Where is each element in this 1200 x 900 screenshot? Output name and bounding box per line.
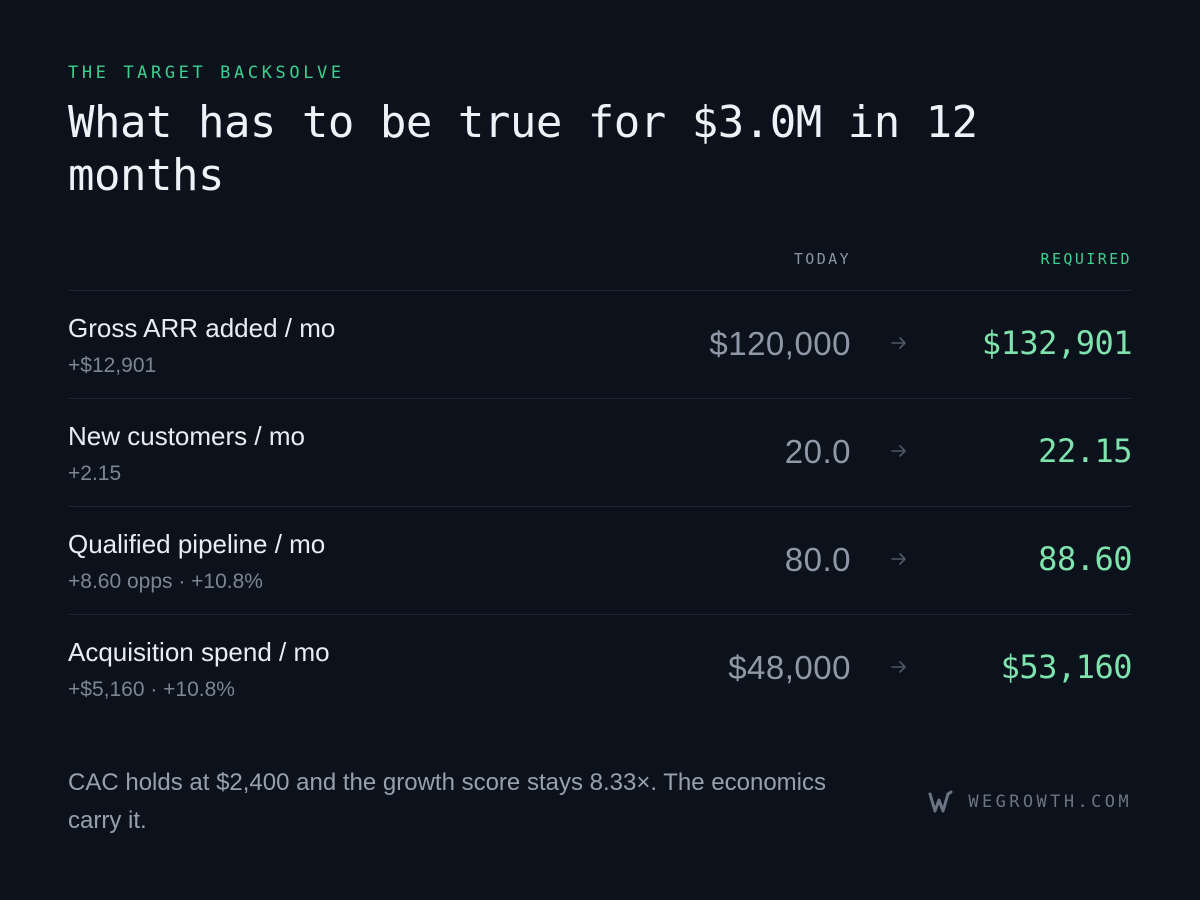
metric-required-value: 88.60: [1038, 540, 1132, 578]
metric-label: Qualified pipeline / mo: [68, 529, 326, 559]
metric-delta: +$12,901: [68, 354, 157, 377]
metric-today-value: 80.0: [784, 541, 851, 578]
arrow-right-icon: [891, 553, 906, 565]
page-title: What has to be true for $3.0M in 12 mont…: [68, 97, 978, 201]
metric-today-value: $48,000: [728, 649, 851, 686]
column-header-required: REQUIRED: [1040, 250, 1132, 268]
arrow-right-icon: [891, 445, 906, 457]
eyebrow-label: THE TARGET BACKSOLVE: [68, 63, 345, 83]
brand-mark: WEGROWTH.COM: [928, 789, 1132, 815]
footnote: CAC holds at $2,400 and the growth score…: [68, 769, 826, 834]
metric-required-value: $53,160: [1000, 648, 1133, 686]
metric-delta: +$5,160 · +10.8%: [68, 678, 235, 701]
column-header-today: TODAY: [793, 250, 851, 268]
metric-row-acquisition-spend: Acquisition spend / mo +$5,160 · +10.8% …: [68, 614, 1133, 722]
metric-delta: +8.60 opps · +10.8%: [68, 570, 263, 593]
metric-required-value: $132,901: [981, 324, 1133, 362]
w-logo-icon: [928, 790, 953, 813]
metric-required-value: 22.15: [1038, 432, 1132, 470]
metrics-table: Gross ARR added / mo +$12,901 $120,000 $…: [68, 290, 1133, 722]
brand-name: WEGROWTH.COM: [968, 792, 1132, 812]
metric-today-value: 20.0: [784, 433, 851, 470]
metric-today-value: $120,000: [709, 325, 851, 362]
metric-label: New customers / mo: [68, 421, 305, 451]
arrow-right-icon: [891, 661, 906, 673]
arrow-right-icon: [891, 337, 906, 349]
metric-row-qualified-pipeline: Qualified pipeline / mo +8.60 opps · +10…: [68, 506, 1132, 614]
metric-delta: +2.15: [68, 462, 122, 485]
metric-row-new-customers: New customers / mo +2.15 20.0 22.15: [68, 398, 1132, 506]
metric-row-gross-arr: Gross ARR added / mo +$12,901 $120,000 $…: [68, 290, 1133, 398]
metric-label: Gross ARR added / mo: [68, 313, 336, 343]
metric-label: Acquisition spend / mo: [68, 637, 330, 667]
